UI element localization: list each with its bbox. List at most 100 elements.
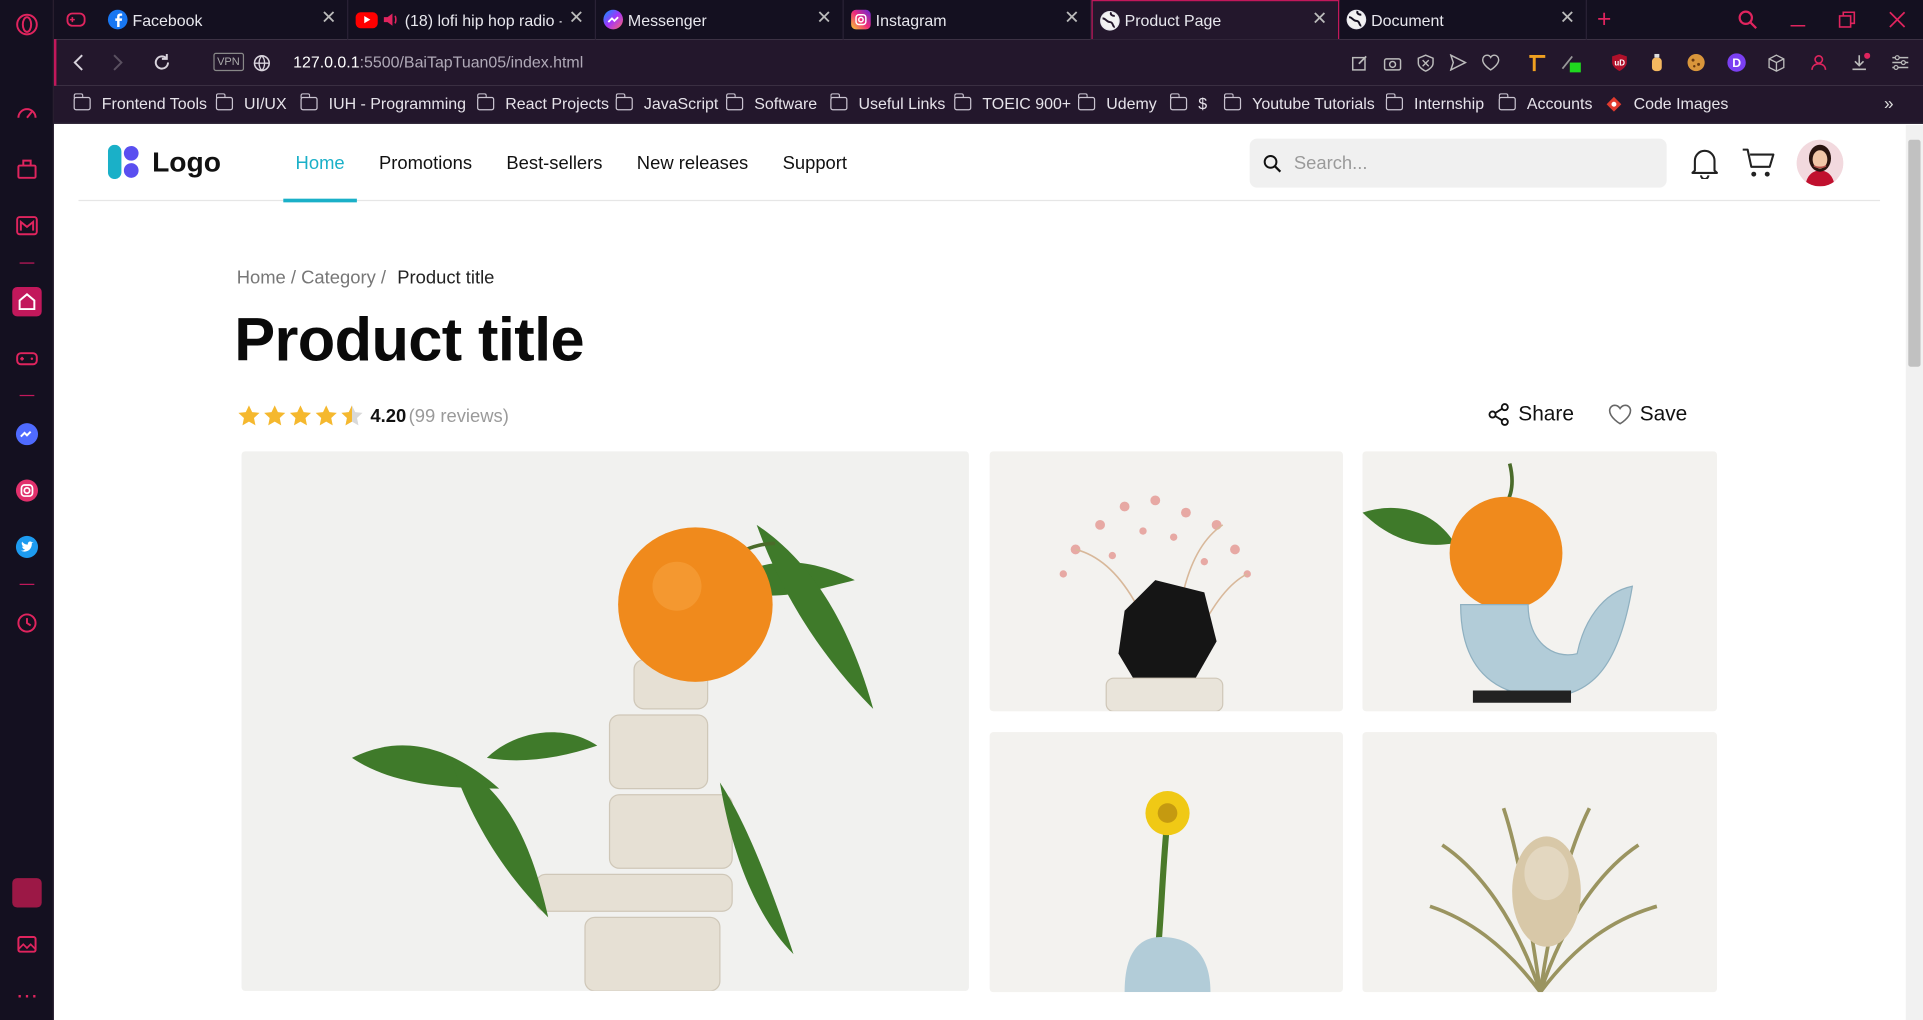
page-viewport: Logo Home Promotions Best-sellers New re… [53,125,1906,1020]
save-button[interactable]: Save [1608,402,1687,427]
extension-tool-icon[interactable] [1526,52,1548,74]
close-icon[interactable]: ✕ [1063,9,1080,27]
close-icon[interactable]: ✕ [816,9,833,27]
tab-messenger[interactable]: Messenger ✕ [596,0,844,40]
tab-document[interactable]: Document ✕ [1339,0,1587,40]
profile-icon[interactable] [1808,52,1830,74]
product-image-thumb-1[interactable] [989,451,1343,712]
breadcrumb-category[interactable]: Category [301,267,376,288]
review-count[interactable]: (99 reviews) [409,405,509,426]
messenger-icon[interactable] [12,419,41,448]
site-info-icon[interactable] [249,50,274,75]
product-image-thumb-4[interactable] [1362,732,1717,993]
cookie-icon[interactable] [1685,52,1707,74]
scrollbar-thumb[interactable] [1908,139,1921,367]
globe-icon [1100,10,1120,31]
extension-color-icon[interactable] [1560,52,1582,74]
twitter-icon[interactable] [12,532,41,561]
close-icon[interactable]: ✕ [320,9,337,27]
product-title: Product title [234,305,584,375]
star-full-icon [264,405,286,426]
nav-support[interactable]: Support [770,125,859,201]
bookmark-folder[interactable]: Youtube Tutorials [1223,93,1375,113]
product-image-main[interactable] [241,451,969,991]
url-field[interactable]: 127.0.0.1:5500/BaiTapTuan05/index.html [293,53,583,71]
tab-instagram[interactable]: Instagram ✕ [844,0,1092,40]
product-image-thumb-3[interactable] [989,732,1343,993]
close-window-icon[interactable] [1885,7,1910,32]
cart-icon[interactable] [1740,145,1777,182]
extension-block-icon[interactable] [12,878,42,908]
bookmark-folder[interactable]: TOEIC 900+ [953,93,1071,113]
more-icon[interactable]: ⋯ [12,981,41,1010]
vpn-badge[interactable]: VPN [213,52,244,72]
close-icon[interactable]: ✕ [1559,9,1576,27]
edit-icon[interactable] [1349,52,1371,74]
nav-new-releases[interactable]: New releases [625,125,761,201]
download-icon[interactable] [1849,52,1871,74]
nav-home[interactable]: Home [283,125,357,203]
bookmark-folder[interactable]: React Projects [476,93,609,113]
ad-block-icon[interactable] [1414,52,1436,74]
bookmark-folder[interactable]: Frontend Tools [72,93,207,113]
rating-value: 4.20 [370,405,407,427]
tab-product-page[interactable]: Product Page ✕ [1091,0,1340,40]
minimize-icon[interactable] [1786,7,1811,32]
messenger-icon [603,9,624,30]
user-avatar[interactable] [1796,139,1844,187]
gamepad-icon[interactable] [12,343,41,372]
back-icon[interactable] [66,50,91,75]
search-tabs-icon[interactable] [1735,7,1760,32]
page-scrollbar[interactable] [1905,125,1923,1020]
speed-dial-icon[interactable] [12,98,41,127]
tab-gamepad-icon[interactable] [64,7,89,32]
gallery-icon[interactable] [12,930,41,959]
bookmark-folder[interactable]: Udemy [1077,93,1157,113]
bookmark-folder[interactable]: UI/UX [215,93,287,113]
heart-icon[interactable] [1479,52,1501,74]
nav-best-sellers[interactable]: Best-sellers [494,125,615,201]
gmail-icon[interactable] [12,211,41,240]
bookmark-folder[interactable]: Software [725,93,817,113]
opera-menu-icon[interactable] [12,10,41,39]
extension-d-icon[interactable]: D [1726,52,1748,74]
cube-icon[interactable] [1765,52,1787,74]
history-icon[interactable] [12,608,41,637]
instagram-icon[interactable] [12,476,41,505]
browser-sidebar: ⋯ [0,0,54,1020]
tab-facebook[interactable]: Facebook ✕ [101,0,349,40]
camera-icon[interactable] [1381,52,1403,74]
pinboard-icon[interactable] [12,155,41,184]
extension-bottle-icon[interactable] [1646,52,1668,74]
search-box[interactable] [1249,138,1667,188]
search-input[interactable] [1293,152,1650,174]
send-icon[interactable] [1447,52,1469,74]
ublock-icon[interactable]: uD [1608,52,1630,74]
bookmark-folder[interactable]: $ [1169,93,1207,113]
breadcrumb-home[interactable]: Home [237,267,286,288]
home-icon[interactable] [12,286,42,317]
bookmark-folder[interactable]: Useful Links [829,93,945,113]
easy-setup-icon[interactable] [1889,52,1911,74]
bookmark-folder[interactable]: Accounts [1498,93,1592,113]
close-icon[interactable]: ✕ [568,9,585,27]
close-icon[interactable]: ✕ [1311,10,1328,28]
bookmark-folder[interactable]: Internship [1385,93,1484,113]
folder-icon [1498,93,1516,111]
forward-icon[interactable] [105,50,130,75]
notifications-bell-icon[interactable] [1686,145,1723,182]
new-tab-icon[interactable]: + [1592,6,1617,33]
bookmark-folder[interactable]: JavaScript [615,93,718,113]
tab-youtube[interactable]: (18) lofi hip hop radio - ✕ [348,0,597,40]
bookmark-folder[interactable]: IUH - Programming [299,93,466,113]
star-partial-icon [341,405,363,426]
audio-playing-icon[interactable] [383,11,400,28]
product-image-thumb-2[interactable] [1362,451,1717,712]
bookmarks-overflow-icon[interactable]: » [1884,93,1894,113]
site-logo[interactable]: Logo [107,144,221,180]
bookmark-code-images[interactable]: Code Images [1605,94,1728,113]
share-button[interactable]: Share [1486,402,1574,427]
restore-icon[interactable] [1835,7,1860,32]
nav-promotions[interactable]: Promotions [367,125,485,201]
reload-icon[interactable] [150,50,175,75]
